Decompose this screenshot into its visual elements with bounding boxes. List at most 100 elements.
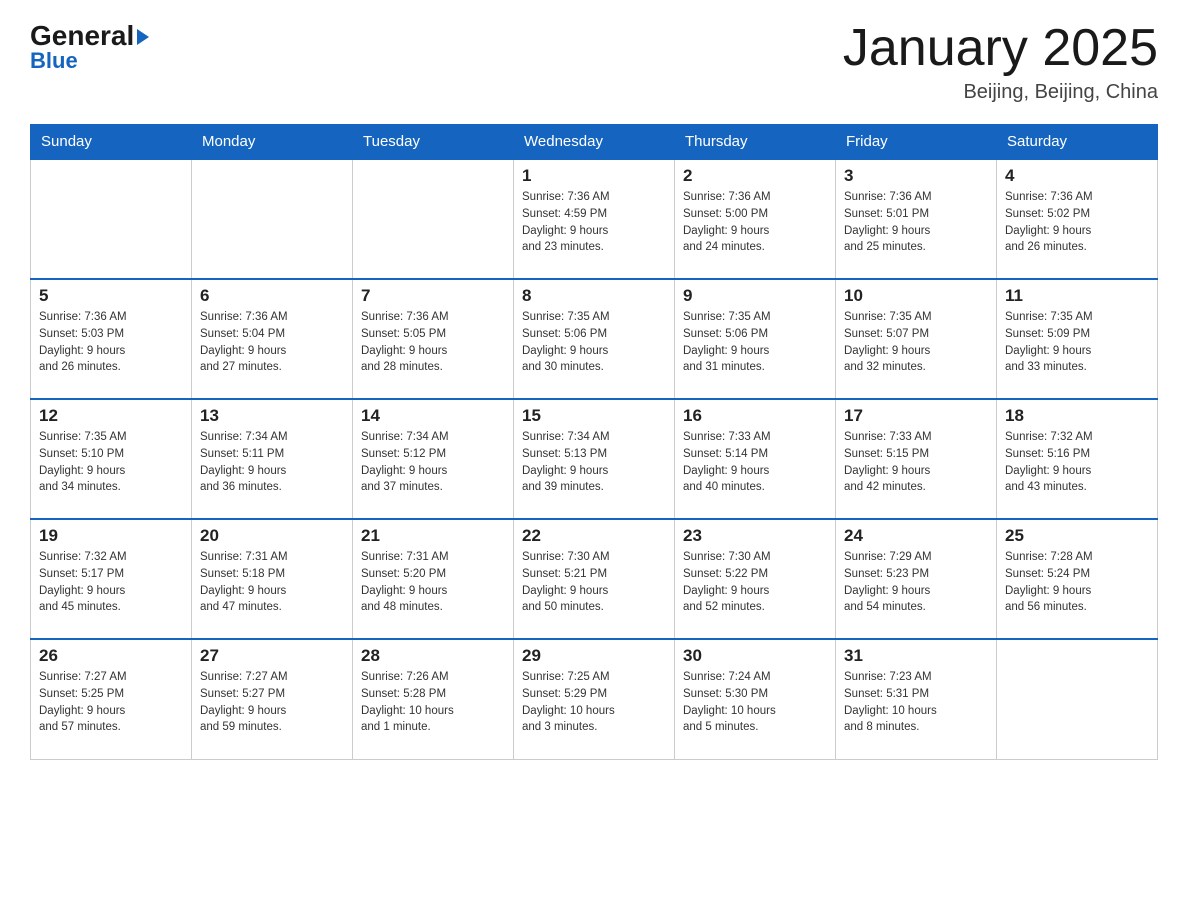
day-info: Sunrise: 7:32 AM Sunset: 5:17 PM Dayligh… <box>39 549 183 616</box>
calendar-cell: 31Sunrise: 7:23 AM Sunset: 5:31 PM Dayli… <box>836 639 997 759</box>
logo: General Blue <box>30 20 149 74</box>
day-info: Sunrise: 7:24 AM Sunset: 5:30 PM Dayligh… <box>683 669 827 736</box>
calendar-cell: 24Sunrise: 7:29 AM Sunset: 5:23 PM Dayli… <box>836 519 997 639</box>
day-number: 14 <box>361 406 505 426</box>
day-info: Sunrise: 7:36 AM Sunset: 5:03 PM Dayligh… <box>39 309 183 376</box>
calendar-cell <box>31 159 192 279</box>
day-info: Sunrise: 7:33 AM Sunset: 5:15 PM Dayligh… <box>844 429 988 496</box>
calendar-cell: 9 Sunrise: 7:35 AM Sunset: 5:06 PM Daylig… <box>675 279 836 399</box>
day-number: 15 <box>522 406 666 426</box>
day-info: Sunrise: 7:36 AM Sunset: 5:04 PM Dayligh… <box>200 309 344 376</box>
location-subtitle: Beijing, Beijing, China <box>843 81 1158 104</box>
calendar-cell: 22 Sunrise: 7:30 AM Sunset: 5:21 PM Dayli… <box>514 519 675 639</box>
calendar-cell: 17Sunrise: 7:33 AM Sunset: 5:15 PM Dayli… <box>836 399 997 519</box>
day-number: 26 <box>39 646 183 666</box>
day-info: Sunrise: 7:34 AM Sunset: 5:12 PM Dayligh… <box>361 429 505 496</box>
day-info: Sunrise: 7:31 AM Sunset: 5:18 PM Dayligh… <box>200 549 344 616</box>
calendar-cell: 19 Sunrise: 7:32 AM Sunset: 5:17 PM Dayli… <box>31 519 192 639</box>
calendar-cell: 26Sunrise: 7:27 AM Sunset: 5:25 PM Dayli… <box>31 639 192 759</box>
day-number: 12 <box>39 406 183 426</box>
weekday-header-monday: Monday <box>192 125 353 160</box>
weekday-header-sunday: Sunday <box>31 125 192 160</box>
calendar-cell: 4Sunrise: 7:36 AM Sunset: 5:02 PM Daylig… <box>997 159 1158 279</box>
calendar-cell: 6 Sunrise: 7:36 AM Sunset: 5:04 PM Daylig… <box>192 279 353 399</box>
calendar-cell: 28 Sunrise: 7:26 AM Sunset: 5:28 PM Dayli… <box>353 639 514 759</box>
logo-arrow-icon <box>137 29 149 45</box>
day-number: 3 <box>844 166 988 186</box>
page-header: General Blue January 2025 Beijing, Beiji… <box>30 20 1158 104</box>
calendar-cell: 20 Sunrise: 7:31 AM Sunset: 5:18 PM Dayli… <box>192 519 353 639</box>
day-info: Sunrise: 7:33 AM Sunset: 5:14 PM Dayligh… <box>683 429 827 496</box>
calendar-cell: 13Sunrise: 7:34 AM Sunset: 5:11 PM Dayli… <box>192 399 353 519</box>
day-number: 23 <box>683 526 827 546</box>
day-info: Sunrise: 7:26 AM Sunset: 5:28 PM Dayligh… <box>361 669 505 736</box>
day-info: Sunrise: 7:36 AM Sunset: 5:02 PM Dayligh… <box>1005 189 1149 256</box>
calendar-cell: 11 Sunrise: 7:35 AM Sunset: 5:09 PM Dayli… <box>997 279 1158 399</box>
day-number: 21 <box>361 526 505 546</box>
day-info: Sunrise: 7:35 AM Sunset: 5:10 PM Dayligh… <box>39 429 183 496</box>
calendar-cell: 7 Sunrise: 7:36 AM Sunset: 5:05 PM Daylig… <box>353 279 514 399</box>
calendar-cell <box>353 159 514 279</box>
calendar-cell: 27Sunrise: 7:27 AM Sunset: 5:27 PM Dayli… <box>192 639 353 759</box>
calendar-cell: 16 Sunrise: 7:33 AM Sunset: 5:14 PM Dayli… <box>675 399 836 519</box>
calendar-cell: 2 Sunrise: 7:36 AM Sunset: 5:00 PM Daylig… <box>675 159 836 279</box>
day-number: 11 <box>1005 286 1149 306</box>
weekday-header-row: SundayMondayTuesdayWednesdayThursdayFrid… <box>31 125 1158 160</box>
day-number: 5 <box>39 286 183 306</box>
day-info: Sunrise: 7:35 AM Sunset: 5:07 PM Dayligh… <box>844 309 988 376</box>
day-info: Sunrise: 7:30 AM Sunset: 5:21 PM Dayligh… <box>522 549 666 616</box>
day-number: 7 <box>361 286 505 306</box>
calendar-cell: 10 Sunrise: 7:35 AM Sunset: 5:07 PM Dayli… <box>836 279 997 399</box>
weekday-header-thursday: Thursday <box>675 125 836 160</box>
calendar-cell: 23Sunrise: 7:30 AM Sunset: 5:22 PM Dayli… <box>675 519 836 639</box>
calendar-cell: 30 Sunrise: 7:24 AM Sunset: 5:30 PM Dayli… <box>675 639 836 759</box>
calendar-cell <box>997 639 1158 759</box>
day-number: 8 <box>522 286 666 306</box>
day-info: Sunrise: 7:34 AM Sunset: 5:13 PM Dayligh… <box>522 429 666 496</box>
weekday-header-tuesday: Tuesday <box>353 125 514 160</box>
calendar-cell: 12 Sunrise: 7:35 AM Sunset: 5:10 PM Dayli… <box>31 399 192 519</box>
day-info: Sunrise: 7:35 AM Sunset: 5:09 PM Dayligh… <box>1005 309 1149 376</box>
calendar-week-row: 26Sunrise: 7:27 AM Sunset: 5:25 PM Dayli… <box>31 639 1158 759</box>
day-number: 22 <box>522 526 666 546</box>
calendar-cell <box>192 159 353 279</box>
day-info: Sunrise: 7:28 AM Sunset: 5:24 PM Dayligh… <box>1005 549 1149 616</box>
calendar-cell: 18Sunrise: 7:32 AM Sunset: 5:16 PM Dayli… <box>997 399 1158 519</box>
calendar-cell: 15 Sunrise: 7:34 AM Sunset: 5:13 PM Dayli… <box>514 399 675 519</box>
calendar-header: SundayMondayTuesdayWednesdayThursdayFrid… <box>31 125 1158 160</box>
calendar-week-row: 19 Sunrise: 7:32 AM Sunset: 5:17 PM Dayli… <box>31 519 1158 639</box>
calendar-body: 1Sunrise: 7:36 AM Sunset: 4:59 PM Daylig… <box>31 159 1158 759</box>
calendar-table: SundayMondayTuesdayWednesdayThursdayFrid… <box>30 124 1158 760</box>
day-number: 16 <box>683 406 827 426</box>
day-number: 30 <box>683 646 827 666</box>
day-number: 29 <box>522 646 666 666</box>
calendar-week-row: 1Sunrise: 7:36 AM Sunset: 4:59 PM Daylig… <box>31 159 1158 279</box>
day-info: Sunrise: 7:36 AM Sunset: 5:05 PM Dayligh… <box>361 309 505 376</box>
weekday-header-saturday: Saturday <box>997 125 1158 160</box>
day-info: Sunrise: 7:36 AM Sunset: 5:00 PM Dayligh… <box>683 189 827 256</box>
day-number: 2 <box>683 166 827 186</box>
calendar-week-row: 5 Sunrise: 7:36 AM Sunset: 5:03 PM Daylig… <box>31 279 1158 399</box>
day-number: 9 <box>683 286 827 306</box>
day-number: 13 <box>200 406 344 426</box>
day-info: Sunrise: 7:36 AM Sunset: 4:59 PM Dayligh… <box>522 189 666 256</box>
calendar-cell: 3 Sunrise: 7:36 AM Sunset: 5:01 PM Daylig… <box>836 159 997 279</box>
title-block: January 2025 Beijing, Beijing, China <box>843 20 1158 104</box>
calendar-cell: 8Sunrise: 7:35 AM Sunset: 5:06 PM Daylig… <box>514 279 675 399</box>
day-number: 6 <box>200 286 344 306</box>
logo-blue-text: Blue <box>30 48 78 74</box>
day-info: Sunrise: 7:25 AM Sunset: 5:29 PM Dayligh… <box>522 669 666 736</box>
day-number: 10 <box>844 286 988 306</box>
day-info: Sunrise: 7:36 AM Sunset: 5:01 PM Dayligh… <box>844 189 988 256</box>
calendar-cell: 5 Sunrise: 7:36 AM Sunset: 5:03 PM Daylig… <box>31 279 192 399</box>
day-number: 20 <box>200 526 344 546</box>
day-info: Sunrise: 7:27 AM Sunset: 5:27 PM Dayligh… <box>200 669 344 736</box>
day-number: 25 <box>1005 526 1149 546</box>
calendar-cell: 29 Sunrise: 7:25 AM Sunset: 5:29 PM Dayli… <box>514 639 675 759</box>
day-number: 19 <box>39 526 183 546</box>
weekday-header-friday: Friday <box>836 125 997 160</box>
day-info: Sunrise: 7:29 AM Sunset: 5:23 PM Dayligh… <box>844 549 988 616</box>
day-number: 28 <box>361 646 505 666</box>
day-info: Sunrise: 7:35 AM Sunset: 5:06 PM Dayligh… <box>683 309 827 376</box>
calendar-cell: 25 Sunrise: 7:28 AM Sunset: 5:24 PM Dayli… <box>997 519 1158 639</box>
